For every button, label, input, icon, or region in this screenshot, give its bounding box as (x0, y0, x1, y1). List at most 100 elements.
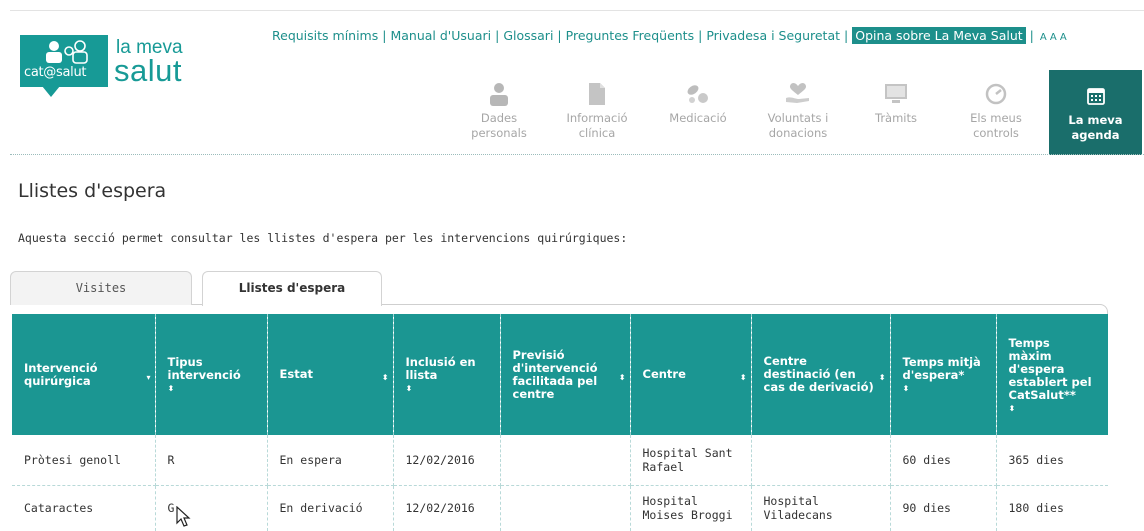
table-cell: 90 dies (890, 485, 997, 531)
link-glossari[interactable]: Glossari (503, 28, 553, 43)
logo-badge-text: cat@salut (24, 65, 87, 80)
logo-line2: salut (114, 53, 182, 88)
sort-icon[interactable]: ⬍ (903, 385, 984, 393)
people-icon (46, 40, 88, 64)
nav-informacio-clinica[interactable]: Informació clínica (552, 80, 642, 141)
table-cell: Hospital Viladecans (751, 485, 891, 531)
app-logo[interactable]: cat@salut la meva salut (20, 32, 210, 98)
calendar-icon (1086, 88, 1105, 105)
table-header-row: Intervenció quirúrgica ▾ Tipus intervenci… (12, 314, 1108, 435)
page-intro: Aquesta secció permet consultar les llis… (18, 231, 628, 245)
sort-icon[interactable]: ⬍ (740, 371, 747, 384)
sort-icon[interactable]: ⬍ (1009, 404, 1097, 413)
column-header-label: Temps màxim d'espera establert pel CatSa… (1008, 335, 1092, 402)
column-header-label: Inclusió en llista (405, 355, 476, 382)
nav-la-meva-agenda[interactable]: La meva agenda (1049, 70, 1142, 155)
tab-panel-border (10, 304, 1108, 314)
top-links-bar: Requisits mínims | Manual d'Usuari | Glossar… (272, 27, 1067, 44)
nav-label-line1: Els meus (970, 111, 1022, 125)
table-cell (500, 485, 631, 531)
person-icon (490, 83, 508, 106)
table-cell: G (155, 485, 268, 531)
nav-label-line2: clínica (578, 126, 616, 140)
sort-icon[interactable]: ⬍ (168, 385, 255, 393)
table-cell: Hospital Moises Broggi (630, 485, 752, 531)
nav-dades-personals[interactable]: Dades personals (466, 80, 532, 141)
column-header-label: Centre destinació (en cas de derivació) (763, 354, 874, 394)
page-title: Llistes d'espera (18, 180, 167, 202)
nav-els-meus-controls[interactable]: Els meus controls (956, 80, 1036, 141)
column-header-label: Temps mitjà d'espera* (902, 355, 981, 382)
table-cell (751, 435, 891, 486)
link-privadesa[interactable]: Privadesa i Seguretat (706, 28, 840, 43)
top-rule (10, 10, 1144, 11)
table-cell: 180 dies (1008, 501, 1064, 516)
column-header-label: Estat (279, 367, 313, 381)
table-cell: 365 dies (996, 435, 1108, 486)
table-cell: R (155, 435, 268, 486)
hand-heart-icon (786, 82, 809, 103)
link-preguntes[interactable]: Preguntes Freqüents (566, 28, 694, 43)
nav-label-line2: agenda (1071, 128, 1120, 142)
column-header[interactable]: Inclusió en llista ⬍ (393, 314, 501, 435)
nav-label-line1: Voluntats i (767, 111, 829, 125)
document-icon (589, 83, 605, 105)
header-divider (10, 154, 1144, 155)
gauge-icon (985, 83, 1007, 105)
tab-llistes-espera[interactable]: Llistes d'espera (202, 271, 382, 306)
sort-icon[interactable]: ⬍ (879, 371, 886, 384)
tab-visites[interactable]: Visites (10, 271, 192, 305)
nav-label-line1: Tràmits (874, 111, 917, 125)
sort-icon[interactable]: ▾ (146, 371, 150, 384)
mouse-cursor-icon (176, 506, 191, 527)
separator: | (382, 28, 387, 43)
nav-label-line2: personals (471, 126, 527, 140)
column-header[interactable]: Temps mitjà d'espera* ⬍ (890, 314, 997, 435)
font-size-controls[interactable]: A A A (1040, 32, 1067, 43)
separator: | (844, 28, 849, 43)
nav-medicacio[interactable]: Medicació (656, 80, 740, 126)
column-header-label: Tipus intervenció (167, 355, 241, 382)
table-cell: 60 dies (890, 435, 997, 486)
column-header[interactable]: Previsió d'intervenció facilitada pel ce… (500, 314, 631, 435)
nav-label-line2: controls (973, 126, 1019, 140)
nav-voluntats-donacions[interactable]: Voluntats i donacions (752, 80, 844, 141)
column-header-label: Centre (642, 367, 686, 381)
nav-label-line1: La meva (1068, 113, 1123, 127)
logo-badge: cat@salut (20, 35, 108, 87)
table-cell: Hospital Sant Rafael (630, 435, 752, 486)
table-row: Pròtesi genoll R En espera 12/02/2016 Ho… (12, 435, 1108, 486)
table-cell: En derivació (267, 485, 394, 531)
nav-tramits[interactable]: Tràmits (860, 80, 932, 126)
link-manual[interactable]: Manual d'Usuari (390, 28, 491, 43)
pills-icon (687, 85, 708, 103)
monitor-icon (885, 84, 907, 103)
waiting-list-table: Intervenció quirúrgica ▾ Tipus intervenci… (12, 314, 1108, 531)
nav-label-line2: donacions (768, 126, 828, 140)
table-cell: 12/02/2016 (393, 485, 501, 531)
sort-icon[interactable]: ⬍ (382, 371, 389, 384)
separator: | (495, 28, 500, 43)
separator: | (1029, 28, 1034, 43)
nav-label-line1: Dades (480, 111, 518, 125)
column-header[interactable]: Temps màxim d'espera establert pel CatSa… (996, 314, 1108, 435)
logo-tail (42, 86, 60, 97)
link-requisits[interactable]: Requisits mínims (272, 28, 378, 43)
nav-label-line1: Medicació (669, 111, 727, 125)
table-cell: 12/02/2016 (393, 435, 501, 486)
table-cell: Cataractes (12, 485, 156, 531)
column-header[interactable]: Estat ⬍ (267, 314, 394, 435)
column-header-label: Intervenció quirúrgica (24, 360, 98, 388)
sort-icon[interactable]: ⬍ (406, 385, 488, 393)
separator: | (557, 28, 562, 43)
table-cell: En espera (267, 435, 394, 486)
nav-label-line1: Informació (566, 111, 628, 125)
table-cell: Pròtesi genoll (12, 435, 156, 486)
sort-icon[interactable]: ⬍ (619, 371, 626, 384)
column-header[interactable]: Centre ⬍ (630, 314, 752, 435)
column-header[interactable]: Centre destinació (en cas de derivació) ⬍ (751, 314, 891, 435)
column-header[interactable]: Intervenció quirúrgica ▾ (12, 314, 156, 435)
column-header[interactable]: Tipus intervenció ⬍ (155, 314, 268, 435)
link-opina[interactable]: Opina sobre La Meva Salut (852, 27, 1026, 44)
column-header-label: Previsió d'intervenció facilitada pel ce… (512, 347, 598, 401)
